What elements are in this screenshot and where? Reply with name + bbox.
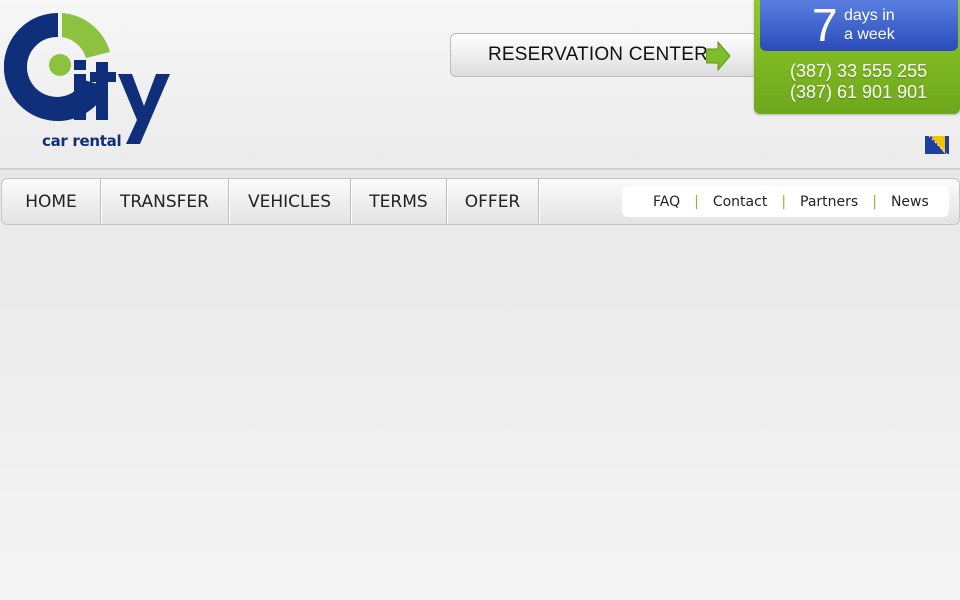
page-content-area (0, 226, 960, 600)
promo-days-line1: days in (844, 7, 895, 24)
reservation-center-label: RESERVATION CENTER (488, 44, 709, 65)
nav-terms[interactable]: TERMS (351, 179, 447, 224)
phone-number-1: (387) 33 555 255 (790, 61, 928, 81)
main-navigation: HOME TRANSFER VEHICLES TERMS OFFER FAQ |… (1, 178, 960, 225)
logo-subtitle: car rental (42, 132, 122, 150)
nav-separator: | (872, 193, 877, 210)
nav-faq[interactable]: FAQ (653, 194, 680, 210)
phone-number-2: (387) 61 901 901 (790, 82, 928, 102)
promo-days-line2: a week (844, 26, 895, 43)
nav-transfer[interactable]: TRANSFER (101, 179, 229, 224)
secondary-nav: FAQ | Contact | Partners | News (622, 186, 949, 217)
nav-separator: | (694, 193, 699, 210)
city-car-rental-logo[interactable]: car rental (3, 10, 174, 150)
promo-days-text: days in a week (844, 6, 895, 44)
nav-news[interactable]: News (891, 194, 929, 210)
nav-separator: | (781, 193, 787, 210)
arrow-right-icon (706, 41, 731, 71)
promo-days-number: 7 (812, 0, 838, 51)
nav-offer[interactable]: OFFER (447, 179, 539, 224)
nav-vehicles[interactable]: VEHICLES (229, 179, 351, 224)
bosnia-flag-icon[interactable] (925, 135, 949, 155)
primary-nav: HOME TRANSFER VEHICLES TERMS OFFER (2, 179, 539, 224)
nav-contact[interactable]: Contact (713, 194, 767, 210)
nav-home[interactable]: HOME (2, 179, 101, 224)
promo-banner: 7 days in a week (760, 0, 958, 51)
nav-partners[interactable]: Partners (800, 194, 858, 210)
reservation-center-button[interactable]: RESERVATION CENTER (450, 33, 760, 77)
site-header: car rental RESERVATION CENTER 7 days in … (0, 0, 960, 170)
contact-promo-box: 7 days in a week (387) 33 555 255 (387) … (754, 0, 960, 114)
